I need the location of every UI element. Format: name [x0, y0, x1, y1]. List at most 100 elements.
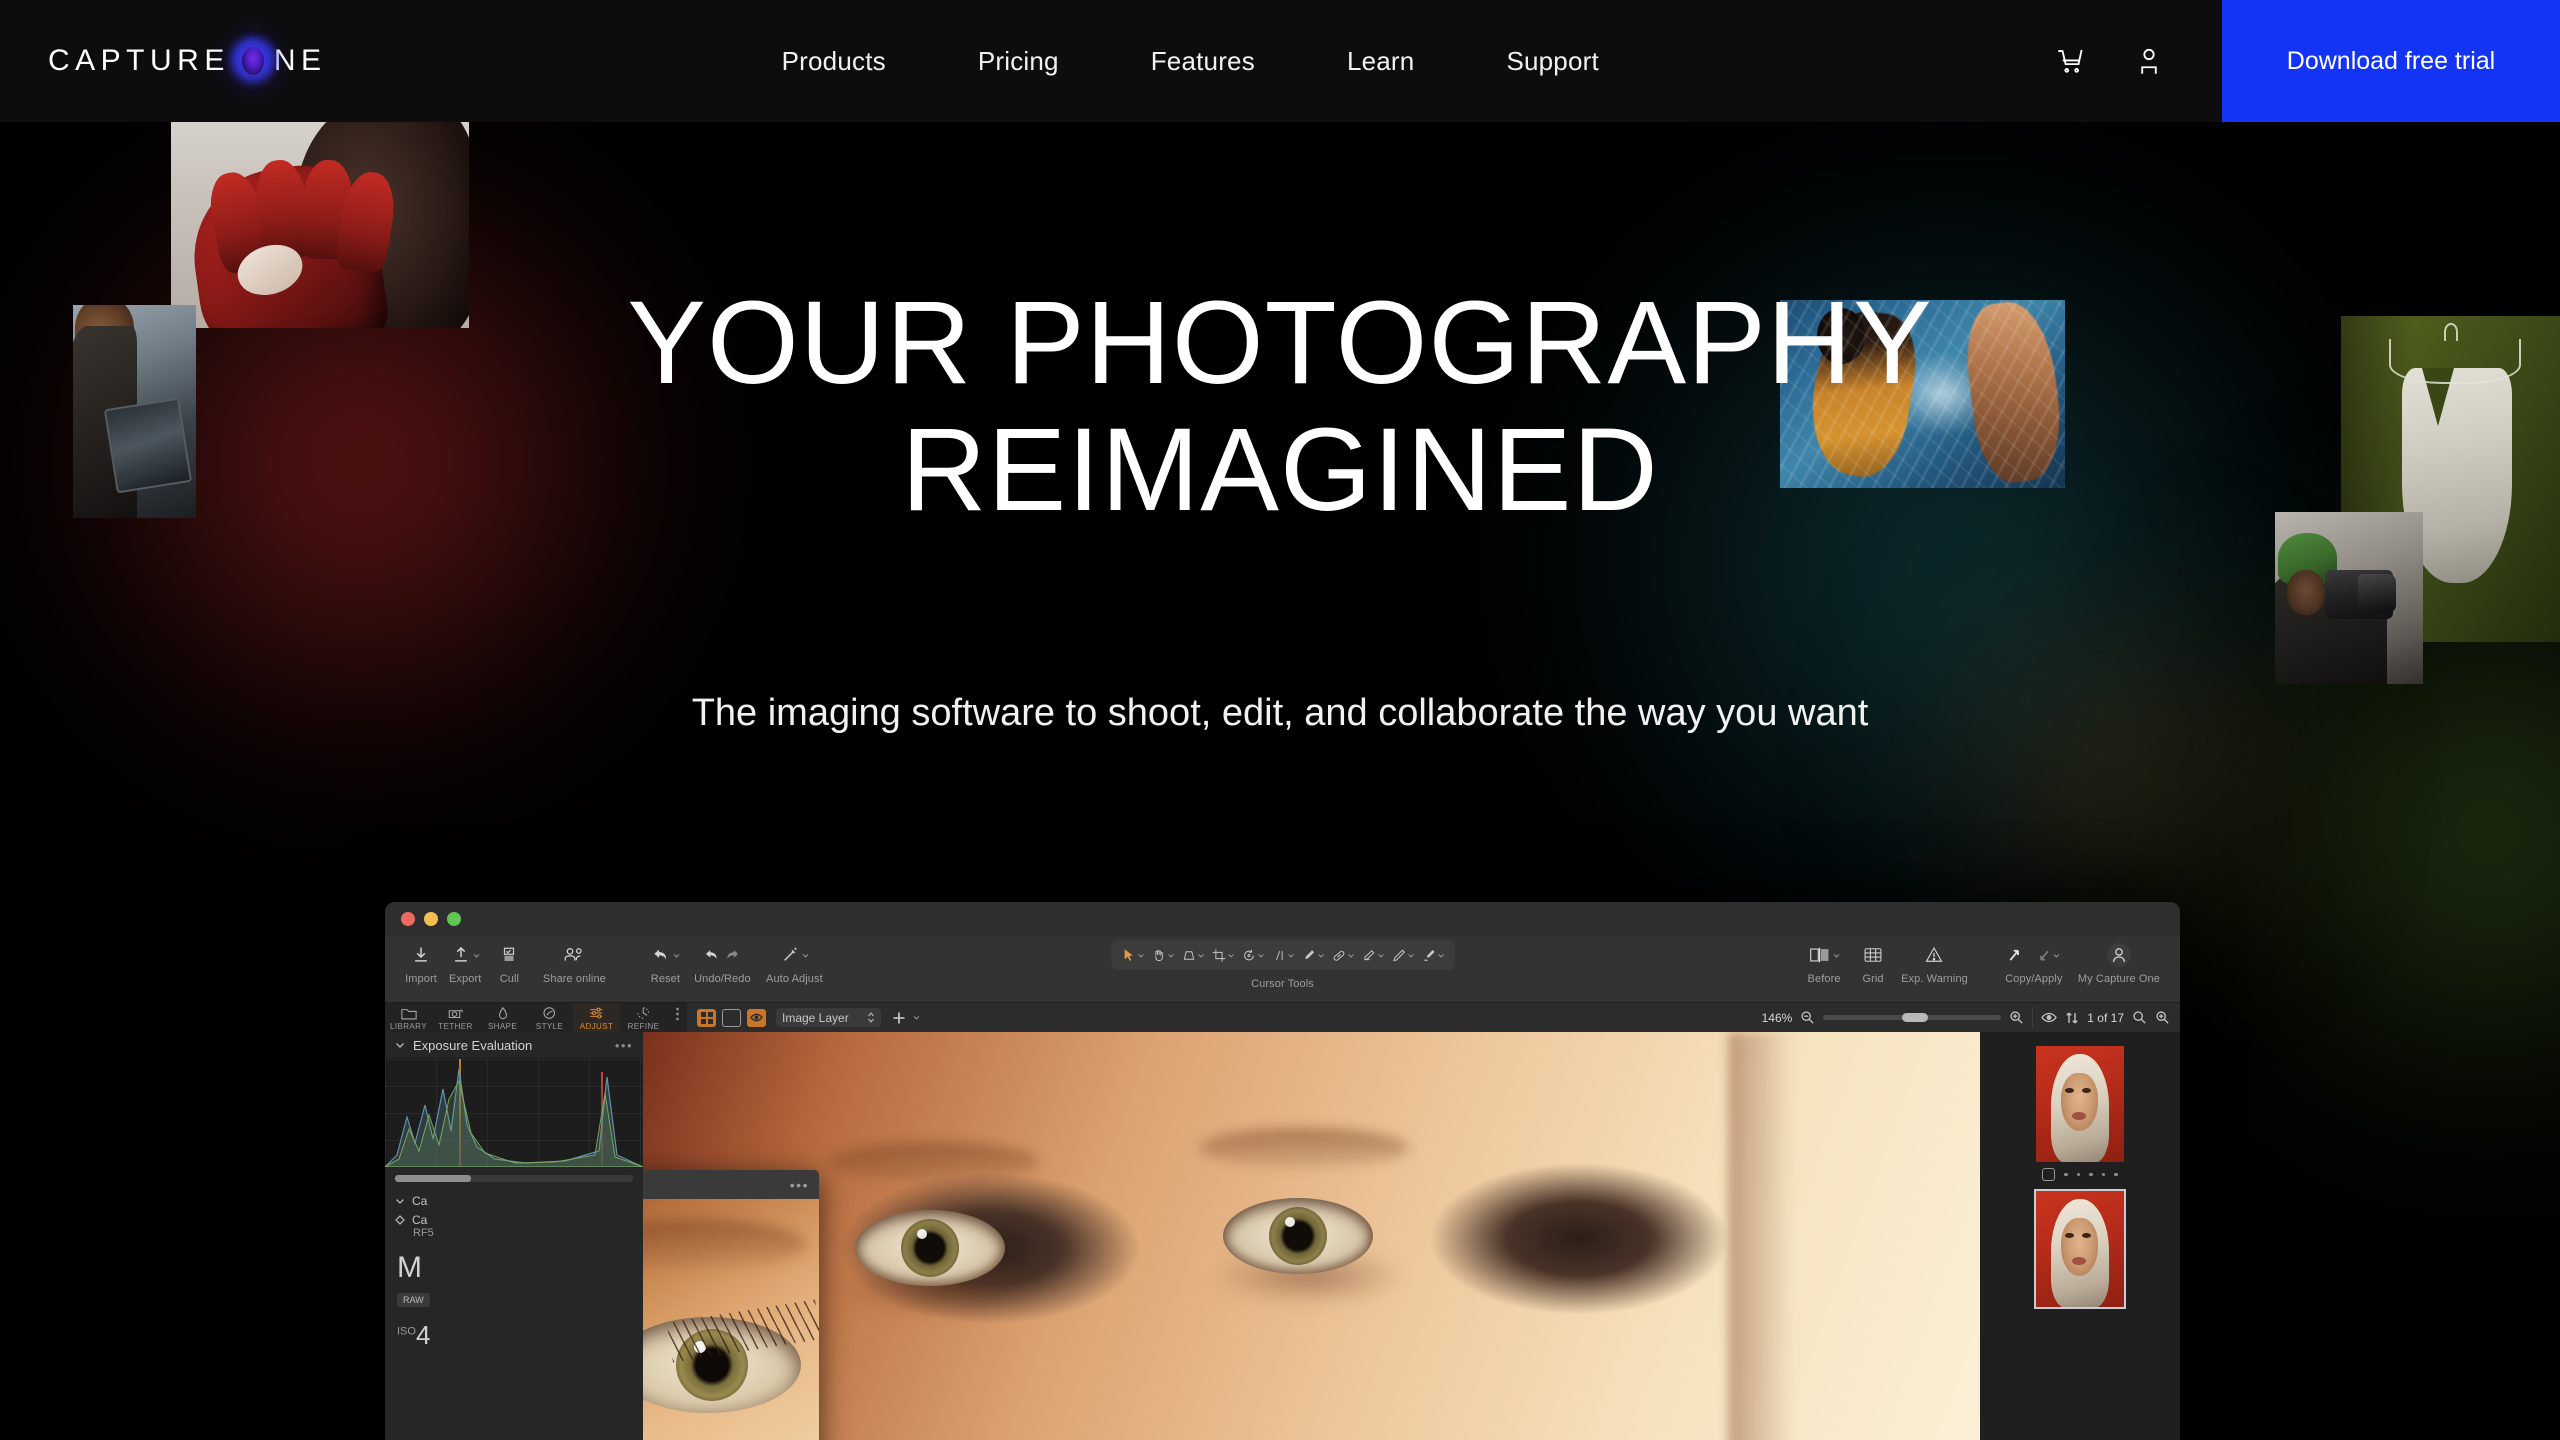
toolbar-share-online-button[interactable]: Share online	[531, 940, 617, 985]
browser-thumbnail-item-1[interactable]	[1980, 1046, 2180, 1181]
keystone-tool[interactable]	[1178, 948, 1207, 963]
chevron-down-icon	[1833, 953, 1839, 958]
toolbar-right-group: Before Grid Exp. Warning Copy/Apply My C…	[1797, 940, 2166, 985]
brand-name-part1: CAPTURE	[48, 44, 230, 77]
star-dot[interactable]	[2114, 1172, 2118, 1177]
thumbnail-image-2[interactable]	[2034, 1189, 2126, 1309]
exposure-slider-track[interactable]	[395, 1174, 633, 1182]
draw-mask-tool[interactable]	[1388, 948, 1417, 963]
my-capture-one-icon	[2106, 940, 2132, 970]
single-view-button[interactable]	[722, 1008, 741, 1027]
image-viewer[interactable]: Focus •••	[643, 1032, 1980, 1440]
thumbnail-zoom-in-icon[interactable]	[2155, 1010, 2170, 1025]
app-titlebar	[385, 902, 2180, 936]
toolbar-auto-adjust-button[interactable]: Auto Adjust	[757, 940, 831, 985]
toolbar-undo-redo-button[interactable]: Undo/Redo	[687, 940, 757, 985]
color-tag-swatch[interactable]	[2042, 1168, 2056, 1181]
toolbar-my-capture-one-label: My Capture One	[2077, 973, 2160, 985]
select-tool[interactable]	[1118, 948, 1147, 963]
auto-adjust-icon	[780, 940, 809, 970]
focus-panel-header[interactable]: Focus •••	[643, 1170, 819, 1199]
window-maximize-button[interactable]	[447, 912, 461, 926]
cta-label: Download free trial	[2286, 46, 2496, 75]
star-dot[interactable]	[2101, 1172, 2106, 1177]
cart-icon[interactable]	[2054, 44, 2088, 78]
search-icon[interactable]	[2132, 1010, 2147, 1025]
nav-link-products[interactable]: Products	[736, 0, 932, 122]
account-icon[interactable]	[2132, 44, 2166, 78]
chevron-down-icon	[396, 1043, 404, 1048]
eraser-tool[interactable]	[1358, 948, 1387, 963]
cursor-tools-label: Cursor Tools	[1251, 978, 1314, 990]
layer-select-value: Image Layer	[782, 1010, 849, 1025]
toolbar-import-button[interactable]: Import	[399, 940, 443, 985]
thumbnail-image-1[interactable]	[2036, 1046, 2124, 1162]
metadata-row-camera[interactable]: Ca	[385, 1189, 643, 1208]
zoom-out-icon[interactable]	[1800, 1010, 1815, 1025]
toolbar-before-button[interactable]: Before	[1797, 940, 1851, 985]
focus-panel-preview	[643, 1199, 819, 1440]
chevron-down-icon	[673, 953, 680, 958]
brand-logo[interactable]: CAPTURE NE	[0, 0, 327, 122]
crop-tool[interactable]	[1208, 948, 1237, 963]
star-dot[interactable]	[2076, 1172, 2081, 1177]
toolbar-grid-button[interactable]: Grid	[1851, 940, 1895, 985]
spot-removal-tool[interactable]	[1298, 948, 1327, 963]
zoom-in-icon[interactable]	[2009, 1010, 2024, 1025]
tab-adjust-label: ADJUST	[579, 1022, 614, 1031]
brush-tool[interactable]	[1418, 948, 1447, 963]
focus-panel[interactable]: Focus •••	[643, 1170, 819, 1440]
straighten-tool[interactable]	[1268, 948, 1297, 963]
toolbar-share-online-label: Share online	[542, 973, 606, 985]
heal-tool[interactable]	[1328, 948, 1357, 963]
toolbar-export-button[interactable]: Export	[443, 940, 487, 985]
visibility-eye-icon[interactable]	[2041, 1012, 2058, 1023]
metadata-camera-label: Ca	[412, 1194, 428, 1208]
nav-link-learn[interactable]: Learn	[1301, 0, 1461, 122]
toolbar-reset-button[interactable]: Reset	[643, 940, 687, 985]
toolbar-my-capture-one-button[interactable]: My Capture One	[2072, 940, 2166, 985]
window-minimize-button[interactable]	[424, 912, 438, 926]
zoom-slider-knob[interactable]	[1901, 1013, 1928, 1022]
nav-link-support[interactable]: Support	[1460, 0, 1644, 122]
chevron-down-icon	[1377, 953, 1384, 958]
diamond-toggle-icon	[395, 1215, 405, 1225]
metadata-row-lens[interactable]: Ca	[385, 1208, 643, 1227]
rotate-tool[interactable]	[1238, 948, 1267, 963]
cursor-tools-strip	[1111, 940, 1454, 970]
layer-select-dropdown[interactable]: Image Layer	[776, 1008, 881, 1027]
app-toolbar: Import Export Cull Share online Reset Un…	[385, 936, 2180, 1002]
toolbar-copy-apply-button[interactable]: Copy/Apply	[1996, 940, 2072, 985]
nav-link-features[interactable]: Features	[1105, 0, 1301, 122]
hero-heading: YOUR PHOTOGRAPHY REIMAGINED	[0, 279, 2560, 535]
grid-view-icon	[700, 1011, 713, 1024]
add-layer-button[interactable]	[891, 1010, 907, 1026]
app-window-screenshot: Import Export Cull Share online Reset Un…	[385, 902, 2180, 1440]
adjust-icon	[589, 1007, 602, 1019]
zoom-and-counter-group: 146% 1 of 17	[1762, 1006, 2180, 1029]
panel-options-icon[interactable]: •••	[615, 1038, 633, 1053]
multi-view-button[interactable]	[697, 1008, 716, 1027]
nav-link-pricing[interactable]: Pricing	[932, 0, 1105, 122]
toolbar-grid-label: Grid	[1862, 973, 1884, 985]
pan-tool[interactable]	[1148, 948, 1177, 963]
download-free-trial-button[interactable]: Download free trial	[2222, 0, 2560, 122]
thumbnail-rating-1[interactable]	[2042, 1168, 2118, 1181]
focus-panel-options-icon[interactable]: •••	[790, 1177, 809, 1193]
star-dot[interactable]	[2064, 1172, 2068, 1177]
cull-icon	[500, 940, 518, 970]
hero-section: YOUR PHOTOGRAPHY REIMAGINED The imaging …	[0, 122, 2560, 1440]
sort-order-icon[interactable]	[2065, 1011, 2079, 1025]
zoom-slider[interactable]	[1823, 1013, 2002, 1022]
browser-thumbnail-item-2[interactable]	[1980, 1189, 2180, 1309]
panel-exposure-evaluation-header[interactable]: Exposure Evaluation •••	[385, 1032, 643, 1059]
viewer-eye-right	[1223, 1198, 1373, 1274]
chevron-down-icon[interactable]	[913, 1014, 920, 1021]
exposure-slider-row[interactable]	[385, 1167, 643, 1189]
window-close-button[interactable]	[401, 912, 415, 926]
proof-view-button[interactable]	[747, 1008, 766, 1027]
metadata-iso-value: 4	[415, 1320, 431, 1350]
star-dot[interactable]	[2089, 1172, 2093, 1177]
toolbar-exp-warning-button[interactable]: Exp. Warning	[1895, 940, 1974, 985]
toolbar-cull-button[interactable]: Cull	[487, 940, 531, 985]
